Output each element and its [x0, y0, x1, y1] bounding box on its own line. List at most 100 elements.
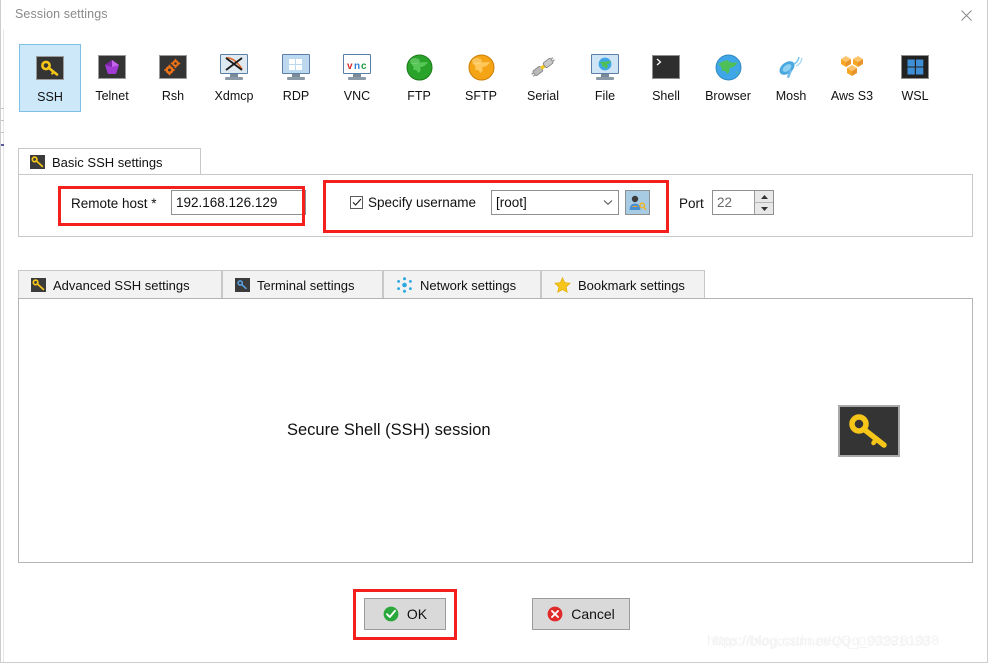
- telnet-gem-icon: [96, 51, 128, 83]
- spinner-up-icon[interactable]: [754, 191, 773, 203]
- cancel-button-label: Cancel: [571, 606, 615, 622]
- left-edge-marks: [1, 108, 4, 188]
- spinner-down-icon[interactable]: [754, 203, 773, 214]
- shell-terminal-icon: [650, 51, 682, 83]
- ssh-key-icon: [31, 278, 46, 292]
- secondary-tabstrip: Advanced SSH settings Terminal settings: [18, 270, 973, 299]
- aws-s3-cubes-icon: [836, 51, 868, 83]
- chevron-down-icon: [602, 199, 614, 206]
- protocol-label: Aws S3: [830, 89, 874, 103]
- title-bar: Session settings: [1, 0, 987, 30]
- vnc-monitor-icon: v n c: [341, 51, 373, 83]
- protocol-item-mosh[interactable]: Mosh: [760, 44, 822, 112]
- protocol-item-vnc[interactable]: v n c VNC: [326, 44, 388, 112]
- protocol-item-rdp[interactable]: RDP: [265, 44, 327, 112]
- protocol-item-ssh[interactable]: SSH: [19, 44, 81, 112]
- user-key-icon[interactable]: [625, 190, 650, 215]
- protocol-item-sftp[interactable]: SFTP: [450, 44, 512, 112]
- edge-mark: [1, 132, 4, 133]
- cancel-button[interactable]: Cancel: [532, 598, 630, 630]
- svg-text:c: c: [361, 61, 367, 72]
- protocol-item-ftp[interactable]: FTP: [388, 44, 450, 112]
- protocol-label: File: [594, 89, 616, 103]
- watermark-text-b: http://blogcsdnnet/Qq_039281038: [713, 633, 931, 649]
- protocol-toolbar: SSH Telnet Rsh Xdmcp RDP v n c VNC FTP S…: [1, 36, 987, 118]
- browser-globe-icon: [712, 51, 744, 83]
- port-label: Port: [679, 196, 704, 211]
- ssh-key-icon: [838, 405, 900, 457]
- protocol-item-wsl[interactable]: WSL: [884, 44, 946, 112]
- xdmcp-monitor-icon: [218, 51, 250, 83]
- specify-username-checkbox[interactable]: [350, 196, 363, 209]
- basic-ssh-settings-panel: Remote host * Specify username [root]: [18, 174, 973, 237]
- protocol-item-serial[interactable]: Serial: [512, 44, 574, 112]
- port-spinner[interactable]: 22: [712, 190, 774, 215]
- tab-label: Bookmark settings: [578, 277, 685, 293]
- session-description-text: Secure Shell (SSH) session: [287, 421, 491, 439]
- port-value[interactable]: 22: [713, 191, 754, 214]
- protocol-label: Shell: [652, 89, 680, 103]
- protocol-item-shell[interactable]: Shell: [635, 44, 697, 112]
- mosh-satellite-icon: [775, 51, 807, 83]
- protocol-label: Serial: [527, 89, 559, 103]
- tab-label: Basic SSH settings: [52, 154, 163, 170]
- network-nodes-icon: [396, 277, 413, 293]
- svg-text:v: v: [347, 61, 353, 72]
- session-settings-window: Session settings SSH Telnet Rsh Xdmcp RD…: [0, 0, 988, 663]
- watermark: https://blog.csdn.net/Qq_039281038 http:…: [707, 632, 987, 654]
- protocol-label: WSL: [901, 89, 929, 103]
- protocol-label: Rsh: [161, 89, 185, 103]
- protocol-item-xdmcp[interactable]: Xdmcp: [203, 44, 265, 112]
- rdp-monitor-icon: [280, 51, 312, 83]
- username-value: [root]: [496, 195, 527, 210]
- protocol-item-file[interactable]: File: [574, 44, 636, 112]
- tab-terminal-settings[interactable]: Terminal settings: [222, 270, 383, 299]
- protocol-item-aws-s3[interactable]: Aws S3: [821, 44, 883, 112]
- svg-text:n: n: [354, 61, 360, 72]
- protocol-label: Telnet: [95, 89, 129, 103]
- tab-label: Terminal settings: [257, 277, 355, 293]
- ftp-green-globe-icon: [403, 51, 435, 83]
- specify-username-label: Specify username: [368, 195, 477, 210]
- protocol-label: Xdmcp: [214, 89, 254, 103]
- window-title: Session settings: [15, 7, 108, 21]
- sftp-orange-globe-icon: [465, 51, 497, 83]
- remote-host-label: Remote host *: [71, 196, 157, 211]
- red-x-icon: [547, 606, 563, 622]
- edge-mark: [1, 120, 4, 121]
- basic-settings-tabstrip: Basic SSH settings: [18, 148, 973, 175]
- protocol-item-browser[interactable]: Browser: [697, 44, 759, 112]
- username-select[interactable]: [root]: [491, 190, 619, 215]
- protocol-label: Browser: [705, 89, 751, 103]
- tab-network-settings[interactable]: Network settings: [383, 270, 541, 299]
- tab-label: Advanced SSH settings: [53, 277, 190, 293]
- close-icon[interactable]: [951, 4, 981, 26]
- tab-basic-ssh-settings[interactable]: Basic SSH settings: [18, 148, 201, 175]
- file-monitor-globe-icon: [589, 51, 621, 83]
- protocol-label: VNC: [343, 89, 371, 103]
- terminal-settings-icon: [235, 278, 250, 292]
- ssh-key-icon: [34, 52, 66, 84]
- tab-bookmark-settings[interactable]: Bookmark settings: [541, 270, 705, 299]
- protocol-label: Mosh: [775, 89, 807, 103]
- tab-advanced-ssh-settings[interactable]: Advanced SSH settings: [18, 270, 222, 299]
- protocol-label: SSH: [37, 90, 63, 104]
- wsl-windows-icon: [899, 51, 931, 83]
- star-icon: [554, 277, 571, 293]
- remote-host-input[interactable]: [171, 190, 306, 215]
- serial-plug-icon: [527, 51, 559, 83]
- protocol-label: FTP: [407, 89, 431, 103]
- protocol-label: RDP: [282, 89, 310, 103]
- green-check-icon: [383, 606, 399, 622]
- protocol-item-rsh[interactable]: Rsh: [142, 44, 204, 112]
- tab-label: Network settings: [420, 277, 517, 293]
- protocol-item-telnet[interactable]: Telnet: [81, 44, 143, 112]
- ok-button[interactable]: OK: [364, 598, 446, 630]
- ok-button-label: OK: [406, 606, 428, 622]
- ssh-key-icon: [30, 155, 45, 169]
- edge-mark-accent: [1, 144, 4, 146]
- rsh-gears-icon: [157, 51, 189, 83]
- port-spinner-buttons: [754, 191, 773, 214]
- session-description-panel: Secure Shell (SSH) session: [18, 298, 973, 563]
- protocol-label: SFTP: [465, 89, 497, 103]
